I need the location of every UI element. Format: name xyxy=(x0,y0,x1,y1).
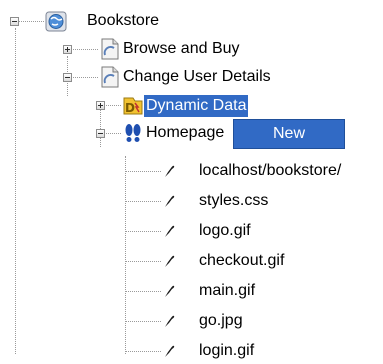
tree-line xyxy=(16,21,44,22)
tree-node-request[interactable]: go.jpg xyxy=(197,310,245,332)
tree-line xyxy=(126,171,161,172)
request-icon xyxy=(161,253,177,274)
request-icon xyxy=(161,163,177,184)
request-icon xyxy=(161,193,177,214)
tree-line xyxy=(126,231,161,232)
request-icon xyxy=(161,223,177,244)
expand-toggle[interactable] xyxy=(96,101,105,110)
tree-line xyxy=(126,291,161,292)
footprints-icon xyxy=(122,122,144,149)
tree-line xyxy=(126,261,161,262)
tree-node-request[interactable]: checkout.gif xyxy=(197,250,286,272)
tree-node-homepage[interactable]: Homepage xyxy=(144,122,226,144)
tree-line xyxy=(126,201,161,202)
tree-node-request[interactable]: styles.css xyxy=(197,190,270,212)
page-icon xyxy=(99,66,121,93)
tree-line xyxy=(68,77,98,78)
tree-line xyxy=(125,156,126,354)
tree-node-change-user-details[interactable]: Change User Details xyxy=(121,66,273,88)
tree-node-dynamic-data[interactable]: Dynamic Data xyxy=(144,95,249,117)
tree-line xyxy=(15,28,16,354)
request-icon xyxy=(161,283,177,304)
collapse-toggle[interactable] xyxy=(96,129,105,138)
page-icon xyxy=(99,38,121,65)
context-menu: New xyxy=(233,119,345,149)
tree-line xyxy=(68,49,98,50)
tree-node-request[interactable]: logo.gif xyxy=(197,220,253,242)
svg-text:D: D xyxy=(125,101,135,115)
request-icon xyxy=(161,313,177,334)
tree-node-request[interactable]: login.gif xyxy=(197,340,256,362)
tree-node-browse-and-buy[interactable]: Browse and Buy xyxy=(121,38,242,60)
menu-item-new[interactable]: New xyxy=(234,120,344,148)
globe-icon xyxy=(45,10,67,37)
tree-node-request[interactable]: main.gif xyxy=(197,280,257,302)
collapse-toggle[interactable] xyxy=(10,17,19,26)
tree-node-request[interactable]: localhost/bookstore/ xyxy=(197,160,343,182)
tree-line xyxy=(126,351,161,352)
tree-node-bookstore[interactable]: Bookstore xyxy=(85,10,161,32)
dynamic-data-icon: D xyxy=(122,95,144,122)
tree-line xyxy=(126,321,161,322)
test-plan-tree[interactable]: Bookstore Browse and Buy Change User Det… xyxy=(0,0,383,359)
collapse-toggle[interactable] xyxy=(63,73,72,82)
expand-toggle[interactable] xyxy=(63,45,72,54)
